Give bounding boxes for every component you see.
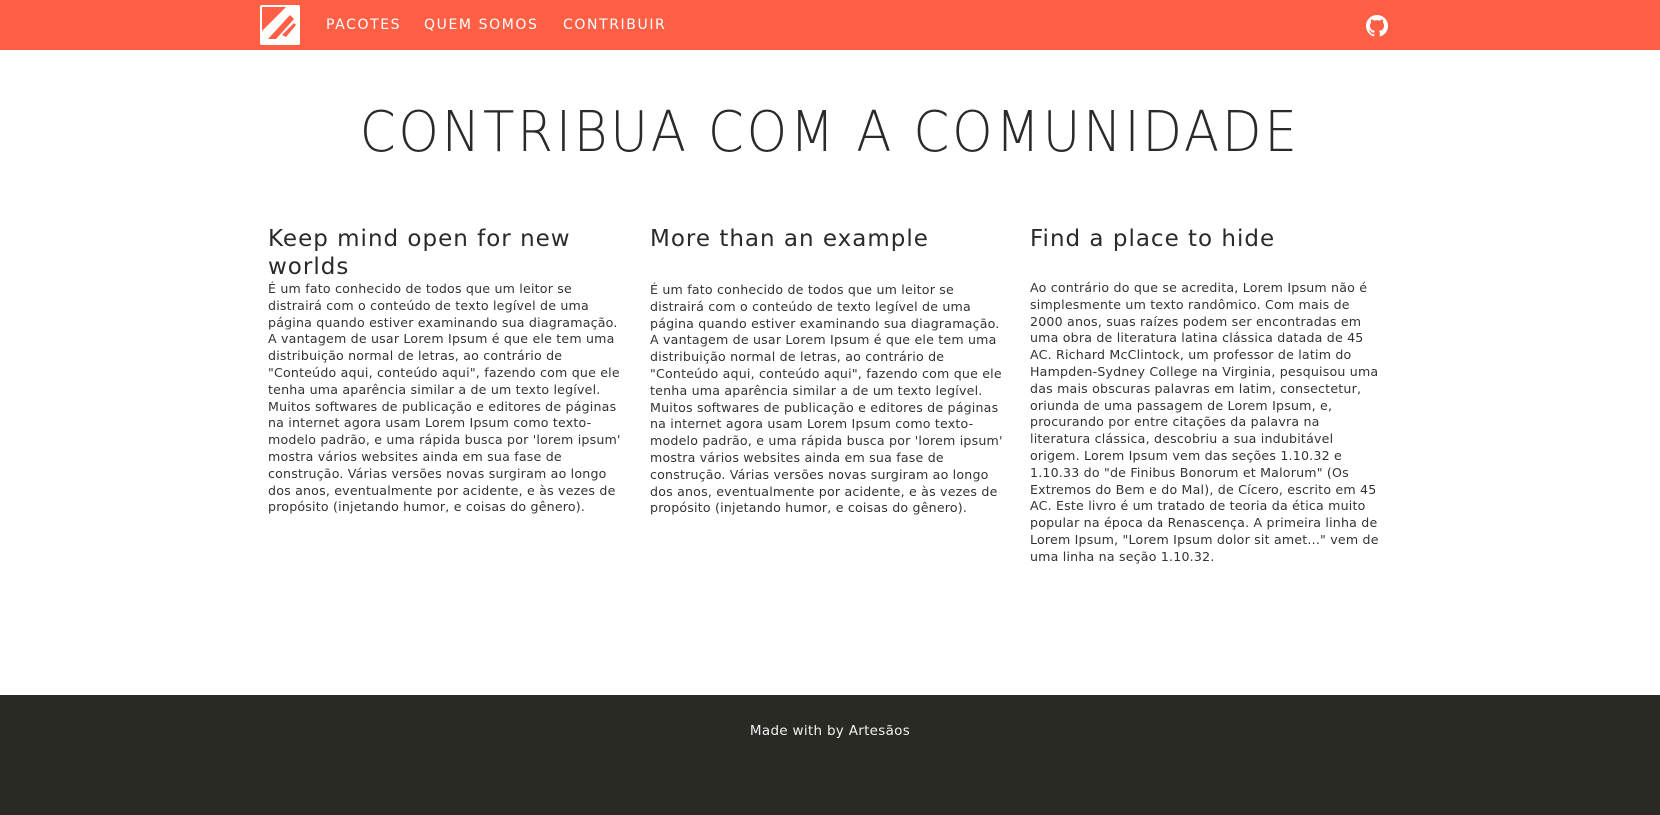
footer-credit: Made with by Artesãos — [749, 723, 911, 739]
top-navbar: PACOTES QUEM SOMOS CONTRIBUIR — [0, 0, 1660, 50]
page-title: CONTRIBUA COM A COMUNIDADE — [359, 100, 1300, 165]
column-body: É um fato conhecido de todos que um leit… — [650, 282, 1003, 516]
package-logo-icon[interactable] — [260, 5, 300, 45]
feature-column-3: Find a place to hide Ao contrário do que… — [1030, 225, 1380, 566]
column-heading: Find a place to hide — [1030, 226, 1276, 252]
column-heading: Keep mind open for new worlds — [268, 226, 571, 280]
github-icon[interactable] — [1366, 15, 1388, 37]
nav-item-quem-somos[interactable]: QUEM SOMOS — [424, 17, 539, 33]
column-heading: More than an example — [650, 226, 929, 252]
page-footer: Made with by Artesãos — [0, 695, 1660, 815]
nav-item-contribuir[interactable]: CONTRIBUIR — [563, 17, 666, 33]
feature-column-1: Keep mind open for new worlds É um fato … — [268, 225, 624, 516]
column-body: Ao contrário do que se acredita, Lorem I… — [1030, 280, 1379, 564]
column-body: É um fato conhecido de todos que um leit… — [268, 281, 621, 515]
nav-item-pacotes[interactable]: PACOTES — [326, 17, 401, 33]
feature-column-2: More than an example É um fato conhecido… — [650, 225, 1006, 517]
